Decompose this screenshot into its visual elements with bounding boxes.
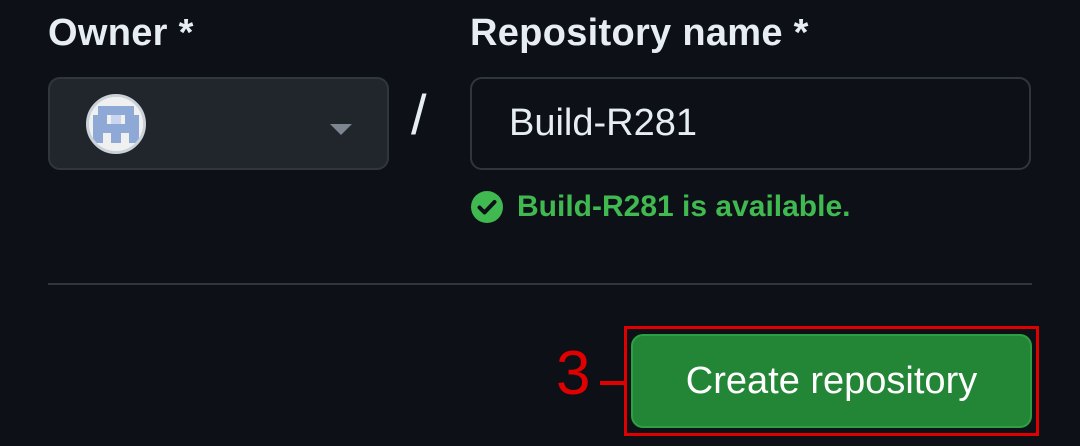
availability-message: Build-R281 is available. <box>470 190 850 224</box>
repository-name-input[interactable] <box>470 77 1031 170</box>
step-annotation-dash <box>600 381 624 385</box>
owner-label: Owner * <box>48 12 194 54</box>
owner-repo-separator: / <box>411 83 427 146</box>
repository-name-label: Repository name * <box>470 12 809 54</box>
section-divider <box>48 283 1032 285</box>
create-repository-button[interactable]: Create repository <box>631 334 1032 428</box>
caret-down-icon <box>330 124 352 135</box>
create-repository-form: Owner * Repository name * / Build-R281 i… <box>0 0 1080 446</box>
step-annotation-number: 3 <box>556 339 591 408</box>
availability-text: Build-R281 is available. <box>517 190 851 223</box>
pixel-avatar-icon <box>86 94 146 154</box>
check-circle-icon <box>471 191 503 223</box>
owner-select[interactable] <box>48 77 389 170</box>
